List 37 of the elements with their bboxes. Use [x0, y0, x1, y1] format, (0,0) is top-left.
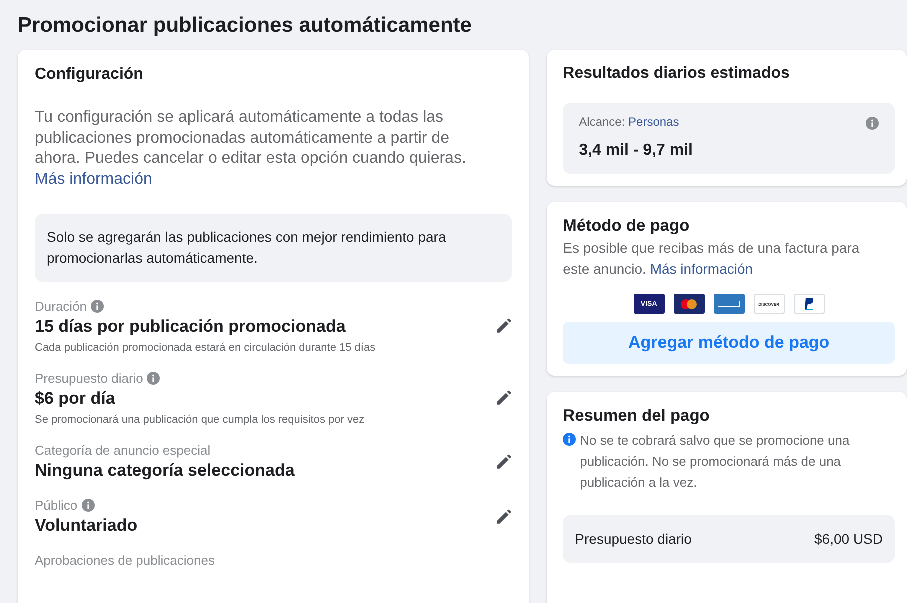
setting-value: Ninguna categoría seleccionada — [35, 461, 295, 481]
setting-label: Categoría de anuncio especial — [35, 443, 211, 458]
description-text: Es posible que recibas más de una factura para este anuncio. Más información — [563, 239, 861, 279]
setting-value: 15 días por publicación promocionada — [35, 317, 347, 337]
info-icon — [563, 433, 576, 446]
info-icon — [866, 117, 879, 130]
setting-value: $6 por día — [35, 389, 116, 409]
page-title: Promocionar publicaciones automáticamente — [18, 14, 473, 38]
setting-value: Voluntariado — [35, 516, 138, 536]
description-text: Tu configuración se aplicará automáticamente a todas las publicaciones promocionadas automáticamente a partir de ahora. Puedes cancelar o editar esta opción cuando quieras. Más información — [35, 108, 468, 190]
add-payment-button[interactable]: Agregar método de pago — [563, 322, 895, 364]
edit-icon[interactable] — [495, 390, 512, 407]
card-heading: Resumen del pago — [563, 407, 711, 426]
setting-label: Duración — [35, 299, 88, 314]
row-label: Presupuesto diario — [575, 531, 692, 547]
setting-label: Presupuesto diario — [35, 371, 144, 386]
audience-link[interactable]: Personas — [628, 115, 680, 129]
edit-icon[interactable] — [495, 454, 512, 470]
notice-text: No se te cobrará salvo que se promocione una publicación. No se promocionará más de una publicación a la vez. — [580, 432, 851, 492]
more-info-link[interactable]: Más información — [650, 261, 754, 277]
reach-value: 3,4 mil - 9,7 mil — [579, 142, 693, 160]
setting-label: Aprobaciones de publicaciones — [35, 553, 215, 568]
card-heading: Método de pago — [563, 217, 691, 236]
setting-label: Público — [35, 498, 78, 513]
card-heading: Resultados diarios estimados — [563, 65, 791, 83]
card-icon — [714, 294, 745, 314]
card-icon — [794, 294, 825, 314]
card-icon — [674, 294, 705, 314]
edit-icon[interactable] — [495, 508, 512, 526]
card-heading: Configuración — [35, 66, 144, 84]
more-info-link[interactable]: Más información — [35, 170, 152, 188]
reach-label: Alcance: Personas — [579, 115, 680, 129]
edit-icon[interactable] — [495, 318, 512, 335]
setting-note: Se promocionará una publicación que cumpla los requisitos por vez — [35, 414, 365, 426]
setting-note: Cada publicación promocionada estará en circulación durante 15 días — [35, 342, 376, 354]
row-value: $6,00 USD — [814, 531, 883, 547]
notice-box: Solo se agregarán las publicaciones con mejor rendimiento para promocionarlas automáticamente. — [35, 214, 512, 282]
